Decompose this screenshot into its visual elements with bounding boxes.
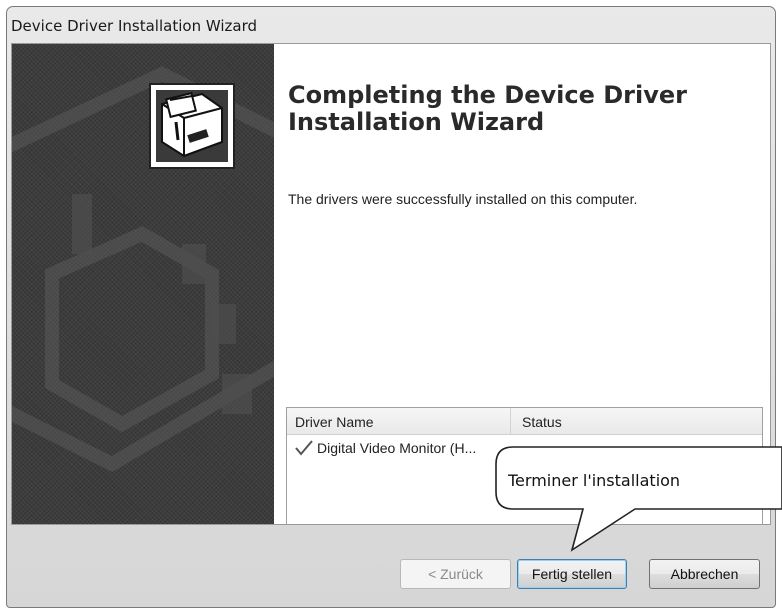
callout-text: Terminer l'installation xyxy=(508,471,681,490)
title-bar[interactable]: Device Driver Installation Wizard xyxy=(7,7,775,43)
column-header-status[interactable]: Status xyxy=(522,414,562,430)
table-row[interactable]: Digital Video Monitor (H... xyxy=(287,438,517,460)
check-icon xyxy=(295,440,313,456)
wizard-heading: Completing the Device Driver Installatio… xyxy=(288,81,687,136)
driver-name-cell: Digital Video Monitor (H... xyxy=(317,440,477,456)
callout-bubble xyxy=(495,446,782,552)
driver-install-box-icon xyxy=(149,83,235,169)
table-header: Driver Name Status xyxy=(287,408,762,435)
column-divider[interactable] xyxy=(510,408,511,434)
completion-message: The drivers were successfully installed … xyxy=(288,191,638,207)
column-header-driver-name[interactable]: Driver Name xyxy=(295,414,374,430)
wizard-side-banner xyxy=(12,44,274,524)
window-title: Device Driver Installation Wizard xyxy=(11,17,257,35)
